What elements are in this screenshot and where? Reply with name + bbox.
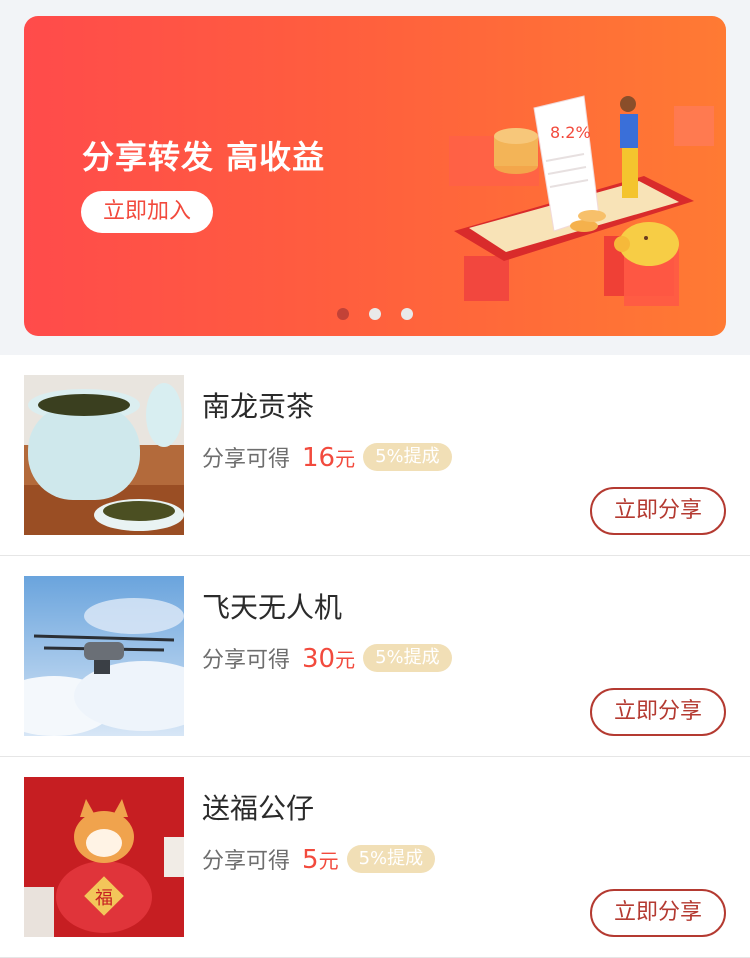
- carousel-dot[interactable]: [401, 308, 413, 320]
- banner-illustration: 8.2%: [449, 95, 714, 306]
- banner-title: 分享转发 高收益: [82, 138, 326, 176]
- earnings-unit: 元: [318, 849, 339, 873]
- earnings-amount: 5: [302, 845, 319, 875]
- share-now-button[interactable]: 立即分享: [590, 487, 726, 535]
- earnings-unit: 元: [335, 648, 356, 672]
- earnings-amount: 30: [302, 644, 336, 674]
- earnings-row: 分享可得 30 元 5%提成: [202, 642, 452, 674]
- earnings-row: 分享可得 5 元 5%提成: [202, 843, 436, 875]
- product-item[interactable]: 福 送福公仔 分享可得 5 元 5%提成 立即分享: [0, 757, 750, 958]
- product-list: 南龙贡茶 分享可得 16 元 5%提成 立即分享 飞天无人机 分享可得 30 元…: [0, 355, 750, 958]
- product-item[interactable]: 飞天无人机 分享可得 30 元 5%提成 立即分享: [0, 556, 750, 757]
- earnings-label: 分享可得: [202, 849, 291, 874]
- product-item[interactable]: 南龙贡茶 分享可得 16 元 5%提成 立即分享: [0, 355, 750, 556]
- carousel-indicators[interactable]: [337, 308, 413, 320]
- commission-badge: 5%提成: [346, 845, 436, 873]
- share-now-button[interactable]: 立即分享: [590, 889, 726, 937]
- commission-badge: 5%提成: [363, 443, 452, 471]
- product-image-drone[interactable]: [24, 576, 184, 736]
- join-now-button[interactable]: 立即加入: [81, 191, 213, 233]
- product-name: 送福公仔: [202, 792, 315, 825]
- earnings-unit: 元: [335, 447, 356, 471]
- carousel-dot[interactable]: [337, 308, 349, 320]
- product-image-figurine[interactable]: 福: [24, 777, 184, 937]
- share-now-button[interactable]: 立即分享: [590, 688, 726, 736]
- earnings-row: 分享可得 16 元 5%提成: [202, 441, 452, 473]
- earnings-label: 分享可得: [202, 648, 291, 673]
- product-image-tea[interactable]: [24, 375, 184, 535]
- commission-badge: 5%提成: [363, 644, 452, 672]
- earnings-label: 分享可得: [202, 447, 291, 472]
- rate-art-label: 8.2%: [550, 123, 591, 142]
- product-name: 飞天无人机: [202, 591, 343, 624]
- product-name: 南龙贡茶: [202, 390, 315, 423]
- earnings-amount: 16: [302, 443, 336, 473]
- svg-text:福: 福: [95, 888, 113, 909]
- page: 分享转发 高收益 立即加入 8.2% 南龙贡茶 分享可得 16 元 5%提成 立…: [0, 0, 750, 958]
- carousel-dot[interactable]: [369, 308, 381, 320]
- promo-banner[interactable]: 分享转发 高收益 立即加入 8.2%: [24, 16, 726, 336]
